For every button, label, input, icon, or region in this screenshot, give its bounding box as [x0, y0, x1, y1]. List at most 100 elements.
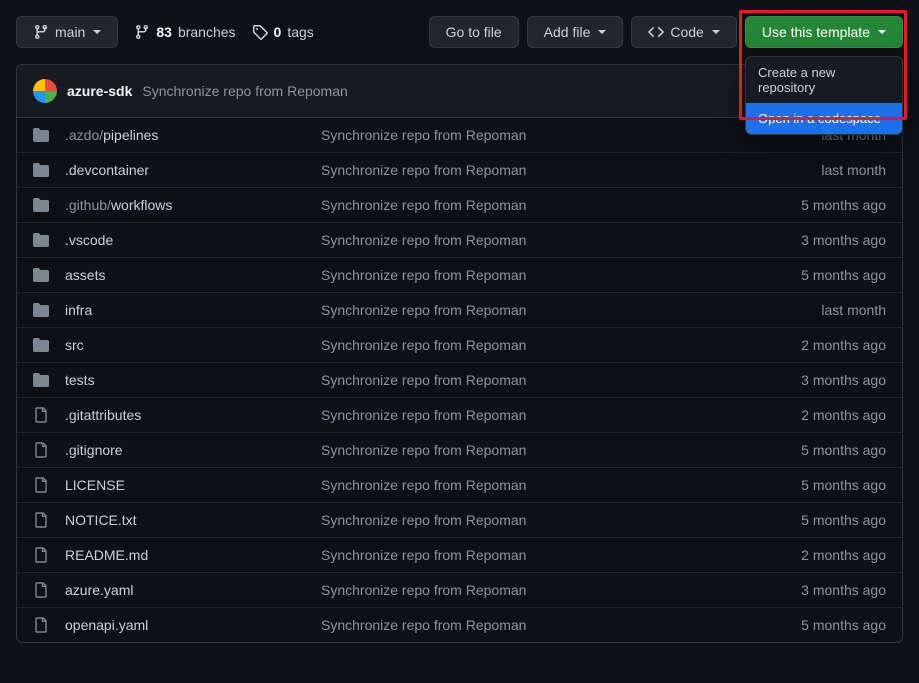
file-commit-message[interactable]: Synchronize repo from Repoman [321, 372, 750, 388]
repo-toolbar: main 83 branches 0 tags Go to file Add f… [16, 16, 903, 48]
file-name-text: .devcontainer [65, 162, 149, 178]
file-name-link[interactable]: .github/workflows [65, 197, 305, 213]
file-row: assetsSynchronize repo from Repoman5 mon… [17, 258, 902, 293]
file-row: .github/workflows Synchronize repo from R… [17, 188, 902, 223]
code-button[interactable]: Code [631, 16, 736, 48]
file-commit-time: last month [766, 162, 886, 178]
file-commit-message[interactable]: Synchronize repo from Repoman [321, 162, 750, 178]
file-name-text: LICENSE [65, 477, 125, 493]
file-name-text: assets [65, 267, 105, 283]
file-commit-time: 5 months ago [766, 617, 886, 633]
tag-icon [252, 24, 268, 40]
file-commit-message[interactable]: Synchronize repo from Repoman [321, 127, 750, 143]
tags-count: 0 [274, 24, 282, 40]
file-row: .devcontainer Synchronize repo from Repom… [17, 153, 902, 188]
caret-down-icon [712, 30, 720, 34]
file-name-text: infra [65, 302, 92, 318]
file-name-link[interactable]: openapi.yaml [65, 617, 305, 633]
branches-count: 83 [156, 24, 172, 40]
file-name-text: .vscode [65, 232, 113, 248]
file-name-link[interactable]: assets [65, 267, 305, 283]
file-name-link[interactable]: LICENSE [65, 477, 305, 493]
add-file-button[interactable]: Add file [527, 16, 624, 48]
git-branch-icon [33, 24, 49, 40]
file-row: README.md Synchronize repo from Repoman 2 … [17, 538, 902, 573]
file-name-link[interactable]: azure.yaml [65, 582, 305, 598]
folder-icon [33, 127, 49, 143]
file-name-text: tests [65, 372, 95, 388]
file-name-link[interactable]: tests [65, 372, 305, 388]
file-name-text: src [65, 337, 84, 353]
file-commit-message[interactable]: Synchronize repo from Repoman [321, 512, 750, 528]
use-template-button[interactable]: Use this template [745, 16, 903, 48]
go-to-file-button[interactable]: Go to file [429, 16, 519, 48]
file-commit-message[interactable]: Synchronize repo from Repoman [321, 302, 750, 318]
file-name-link[interactable]: .vscode [65, 232, 305, 248]
git-branch-icon [134, 24, 150, 40]
file-commit-message[interactable]: Synchronize repo from Repoman [321, 232, 750, 248]
file-row: testsSynchronize repo from Repoman3 mont… [17, 363, 902, 398]
file-commit-time: 3 months ago [766, 582, 886, 598]
dropdown-item-create-repo[interactable]: Create a new repository [746, 57, 902, 103]
file-icon [33, 407, 49, 423]
branch-selector-button[interactable]: main [16, 16, 118, 48]
code-label: Code [670, 24, 703, 40]
file-name-text: pipelines [103, 127, 158, 143]
branches-tags-info: 83 branches 0 tags [134, 24, 313, 40]
file-icon [33, 547, 49, 563]
go-to-file-label: Go to file [446, 24, 502, 40]
file-listing-box: azure-sdk Synchronize repo from Repoman … [16, 64, 903, 643]
file-commit-message[interactable]: Synchronize repo from Repoman [321, 197, 750, 213]
file-name-text: NOTICE.txt [65, 512, 137, 528]
file-row: infraSynchronize repo from Repomanlast m… [17, 293, 902, 328]
branches-link[interactable]: 83 branches [134, 24, 235, 40]
file-name-link[interactable]: infra [65, 302, 305, 318]
file-name-link[interactable]: .gitignore [65, 442, 305, 458]
file-name-prefix: .azdo/ [65, 127, 103, 143]
file-commit-time: 5 months ago [766, 477, 886, 493]
file-commit-message[interactable]: Synchronize repo from Repoman [321, 442, 750, 458]
file-name-link[interactable]: src [65, 337, 305, 353]
file-commit-message[interactable]: Synchronize repo from Repoman [321, 547, 750, 563]
dropdown-item-open-codespace[interactable]: Open in a codespace [746, 103, 902, 134]
file-commit-message[interactable]: Synchronize repo from Repoman [321, 582, 750, 598]
file-name-prefix: .github/ [65, 197, 111, 213]
file-name-text: .gitattributes [65, 407, 141, 423]
file-name-link[interactable]: .gitattributes [65, 407, 305, 423]
tags-link[interactable]: 0 tags [252, 24, 314, 40]
folder-icon [33, 372, 49, 388]
folder-icon [33, 267, 49, 283]
file-commit-message[interactable]: Synchronize repo from Repoman [321, 617, 750, 633]
file-name-text: workflows [111, 197, 172, 213]
author-avatar[interactable] [33, 79, 57, 103]
commit-message[interactable]: Synchronize repo from Repoman [142, 83, 347, 99]
file-row: .gitattributes Synchronize repo from Repo… [17, 398, 902, 433]
file-name-link[interactable]: README.md [65, 547, 305, 563]
file-name-link[interactable]: NOTICE.txt [65, 512, 305, 528]
file-icon [33, 617, 49, 633]
file-commit-time: 3 months ago [766, 232, 886, 248]
file-name-link[interactable]: .azdo/pipelines [65, 127, 305, 143]
branch-name: main [55, 24, 85, 40]
file-commit-time: 5 months ago [766, 442, 886, 458]
file-commit-time: 5 months ago [766, 512, 886, 528]
file-commit-message[interactable]: Synchronize repo from Repoman [321, 267, 750, 283]
file-commit-message[interactable]: Synchronize repo from Repoman [321, 407, 750, 423]
folder-icon [33, 302, 49, 318]
file-commit-time: 2 months ago [766, 407, 886, 423]
file-icon [33, 442, 49, 458]
file-commit-message[interactable]: Synchronize repo from Repoman [321, 337, 750, 353]
top-actions: Go to file Add file Code Use this templa… [429, 16, 903, 48]
file-commit-time: 2 months ago [766, 337, 886, 353]
use-template-dropdown: Create a new repository Open in a codesp… [745, 56, 903, 135]
folder-icon [33, 197, 49, 213]
caret-down-icon [93, 30, 101, 34]
file-commit-message[interactable]: Synchronize repo from Repoman [321, 477, 750, 493]
code-icon [648, 24, 664, 40]
file-commit-time: 2 months ago [766, 547, 886, 563]
commit-author[interactable]: azure-sdk [67, 83, 132, 99]
file-name-link[interactable]: .devcontainer [65, 162, 305, 178]
caret-down-icon [598, 30, 606, 34]
folder-icon [33, 337, 49, 353]
caret-down-icon [878, 30, 886, 34]
